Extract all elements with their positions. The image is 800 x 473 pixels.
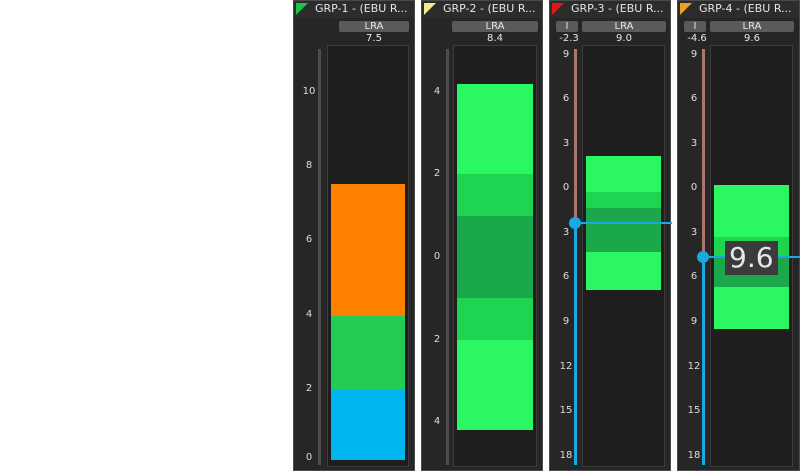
group-color-flag-icon — [680, 3, 692, 15]
scale-tick: 9 — [562, 316, 570, 327]
loudness-meter — [327, 45, 409, 467]
scale-tick: 10 — [302, 86, 316, 97]
meter-segment — [457, 216, 533, 298]
scale-tick: 0 — [690, 182, 698, 193]
scale-tick: 18 — [687, 450, 701, 461]
scale-line — [574, 49, 577, 223]
group-strip-3: GRP-3 - (EBU R... I -2.3 LRA 9.0 9 6 3 0… — [549, 0, 672, 471]
scale-tick: 12 — [559, 361, 573, 372]
meter-segment — [586, 156, 661, 192]
meter-segment — [586, 208, 661, 252]
group-header[interactable]: GRP-1 - (EBU R... — [294, 1, 414, 18]
meter-segment-green — [331, 316, 405, 390]
group-color-flag-icon — [552, 3, 564, 15]
scale-tick: 6 — [690, 271, 698, 282]
lra-label: LRA — [582, 21, 666, 32]
scale-tick: 2 — [305, 383, 313, 394]
group-strip-2: GRP-2 - (EBU R... LRA 8.4 4 2 0 2 4 — [421, 0, 543, 471]
group-header[interactable]: GRP-4 - (EBU R... — [678, 1, 799, 18]
integrated-label: I — [556, 21, 578, 32]
meter-segment — [457, 340, 533, 430]
scale-tick: 6 — [305, 234, 313, 245]
scale-tick: 4 — [433, 86, 441, 97]
value-tooltip: 9.6 — [725, 241, 778, 275]
lra-label: LRA — [710, 21, 794, 32]
scale-tick: 18 — [559, 450, 573, 461]
scale-tick: 3 — [690, 227, 698, 238]
scale-tick: 3 — [690, 138, 698, 149]
lra-value: 9.0 — [616, 33, 632, 44]
scale-tick: 0 — [433, 251, 441, 262]
meter-segment — [457, 84, 533, 174]
scale-tick: 6 — [562, 93, 570, 104]
meter-segment — [586, 252, 661, 290]
meter-segment — [714, 185, 789, 237]
lra-label: LRA — [452, 21, 538, 32]
group-color-flag-icon — [296, 3, 308, 15]
scale-tick: 12 — [687, 361, 701, 372]
scale-tick: 6 — [562, 271, 570, 282]
scale-tick: 4 — [433, 416, 441, 427]
loudness-meter — [582, 45, 665, 467]
level-marker-handle[interactable] — [697, 251, 709, 263]
meter-segment — [457, 174, 533, 216]
scale-tick: 8 — [305, 160, 313, 171]
lra-value: 7.5 — [366, 33, 382, 44]
scale-tick: 9 — [690, 316, 698, 327]
scale-line-level — [574, 223, 577, 465]
scale-tick: 9 — [690, 49, 698, 60]
group-name: GRP-4 - (EBU R... — [699, 2, 792, 15]
lra-value: 9.6 — [744, 33, 760, 44]
meter-segment-blue — [331, 390, 405, 460]
meter-segment — [714, 287, 789, 329]
group-name: GRP-3 - (EBU R... — [571, 2, 664, 15]
group-name: GRP-2 - (EBU R... — [443, 2, 536, 15]
level-marker-handle[interactable] — [569, 217, 581, 229]
scale-line — [702, 49, 705, 256]
scale-tick: 0 — [305, 452, 313, 463]
group-name: GRP-1 - (EBU R... — [315, 2, 408, 15]
scale-tick: 2 — [433, 334, 441, 345]
group-strip-1: GRP-1 - (EBU R... LRA 7.5 10 8 6 4 2 0 — [293, 0, 415, 471]
level-marker-line — [576, 222, 672, 224]
integrated-value: -2.3 — [559, 33, 579, 44]
scale-tick: 15 — [559, 405, 573, 416]
scale-tick: 3 — [562, 138, 570, 149]
group-header[interactable]: GRP-2 - (EBU R... — [422, 1, 542, 18]
lra-label: LRA — [339, 21, 409, 32]
scale-tick: 15 — [687, 405, 701, 416]
group-color-flag-icon — [424, 3, 436, 15]
scale-tick: 0 — [562, 182, 570, 193]
meter-segment-orange — [331, 184, 405, 316]
loudness-meter — [453, 45, 537, 467]
meter-segment — [457, 298, 533, 340]
integrated-value: -4.6 — [687, 33, 707, 44]
lra-value: 8.4 — [487, 33, 503, 44]
meter-segment — [586, 192, 661, 208]
scale-tick: 4 — [305, 309, 313, 320]
scale-line — [446, 49, 449, 465]
group-strip-4: GRP-4 - (EBU R... I -4.6 LRA 9.6 9 6 3 0… — [677, 0, 800, 471]
scale-tick: 2 — [433, 168, 441, 179]
scale-tick: 6 — [690, 93, 698, 104]
scale-tick: 9 — [562, 49, 570, 60]
group-header[interactable]: GRP-3 - (EBU R... — [550, 1, 670, 18]
scale-line — [318, 49, 321, 465]
integrated-label: I — [684, 21, 706, 32]
